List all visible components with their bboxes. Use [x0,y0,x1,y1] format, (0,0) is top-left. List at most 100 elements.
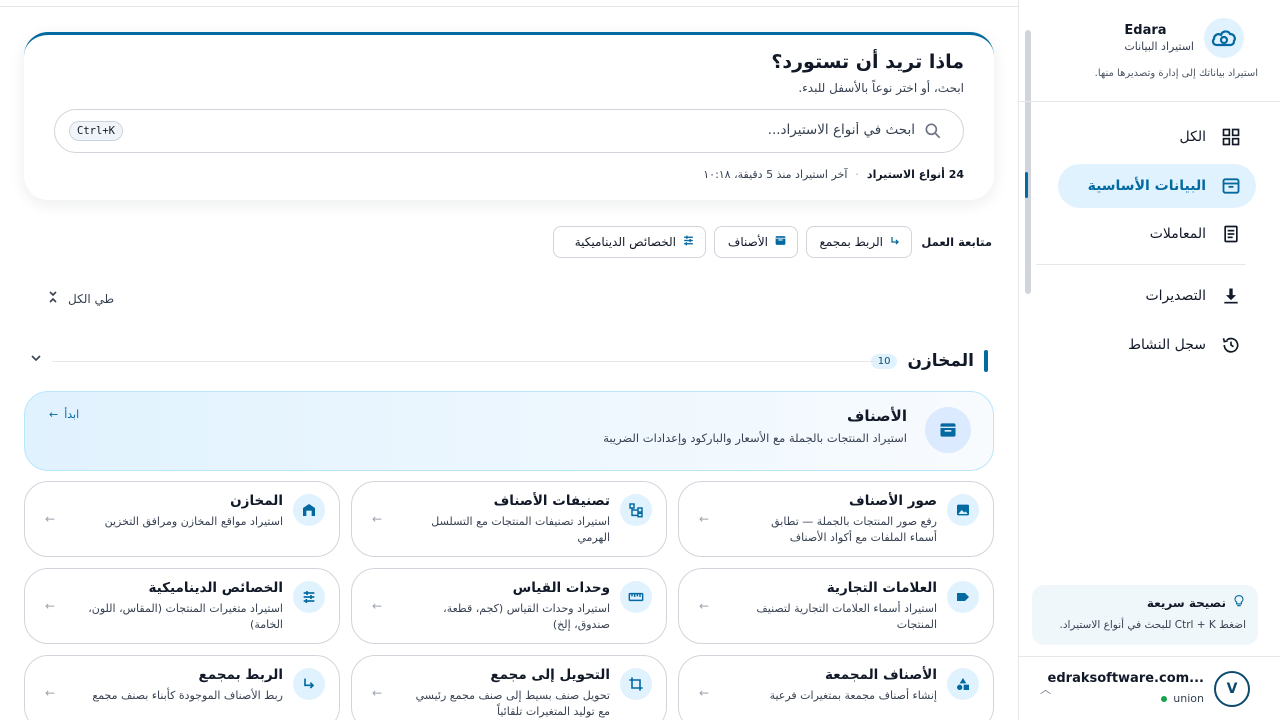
card-title: الربط بمجمع [198,667,283,683]
card-desc: ربط الأصناف الموجودة كأبناء بصنف مجمع [92,689,283,702]
tip-title: نصيحة سريعة [1146,595,1226,610]
card-dynamic-properties[interactable]: الخصائص الديناميكية استيراد متغيرات المن… [24,568,340,644]
chip-label: الأصناف [727,235,768,249]
nav-item-master-data[interactable]: البيانات الأساسية [1058,164,1256,208]
section-divider [52,361,876,362]
card-convert-to-group[interactable]: التحويل إلى مجمع تحويل صنف بسيط إلى صنف … [351,655,667,720]
brand-subtitle: استيراد البيانات [1124,40,1194,53]
card-title: تصنيفات الأصناف [493,493,610,509]
nav-item-activity-log[interactable]: سجل النشاط [1058,323,1256,367]
chip-items[interactable]: الأصناف [714,226,798,258]
user-org: union [1161,692,1204,705]
hero-meta: 24 أنواع الاستيراد · آخر استيراد منذ 5 د… [703,168,964,181]
download-icon [1220,285,1242,307]
arrow-left-icon: ← [45,512,56,526]
receipt-icon [1220,223,1242,245]
arrow-left-icon: ← [699,599,710,613]
nav-label: الكل [1179,129,1207,145]
card-title: صور الأصناف [849,493,937,509]
nav-separator [1036,264,1246,265]
hierarchy-icon [620,494,652,526]
section-toggle[interactable] [30,352,42,366]
sliders-icon [682,234,695,250]
search-box[interactable]: Ctrl+K [54,109,964,153]
card-item-images[interactable]: صور الأصناف رفع صور المنتجات بالجملة — ت… [678,481,994,557]
chip-dynamic-properties[interactable]: الخصائص الديناميكية [553,226,706,258]
search-input[interactable] [215,122,915,138]
chip-link-to-group[interactable]: الربط بمجمع [806,226,912,258]
nav-item-transactions[interactable]: المعاملات [1058,212,1256,256]
card-desc: تحويل صنف بسيط إلى صنف مجمع رئيسي مع تول… [415,689,610,718]
sidebar: Edara استيراد البيانات استيراد بياناتك إ… [1018,0,1280,720]
sidebar-scrollbar[interactable] [1025,30,1031,294]
archive-icon [925,407,971,453]
main-content: ماذا تريد أن تستورد؟ ابحث، أو اختر نوعاً… [0,0,1018,720]
card-title: وحدات القياس [512,580,610,596]
warehouse-icon [293,494,325,526]
chip-label: الخصائص الديناميكية [574,235,676,249]
sliders-icon [293,581,325,613]
grid-icon [1220,126,1242,148]
shapes-icon [947,668,979,700]
archive-icon [1220,175,1242,197]
nav-item-all[interactable]: الكل [1058,115,1256,159]
section-title: المخازن [907,351,974,371]
tip-title-row: نصيحة سريعة [1044,594,1246,611]
collapse-icon [48,290,58,307]
link-arrow-icon [889,235,901,250]
arrow-left-icon: ← [699,686,710,700]
avatar: V [1214,671,1250,707]
featured-card-items[interactable]: الأصناف استيراد المنتجات بالجملة مع الأس… [24,391,994,471]
collapse-all-button[interactable]: طي الكل [48,290,114,307]
image-icon [947,494,979,526]
archive-icon [774,234,787,250]
card-item-categories[interactable]: تصنيفات الأصناف استيراد تصنيفات المنتجات… [351,481,667,557]
user-email: edraksoftware.com... [1047,671,1204,686]
last-import: آخر استيراد منذ 5 دقيقة، ١٠:١٨ [703,168,848,181]
card-title: التحويل إلى مجمع [490,667,610,683]
cloud-logo-icon [1204,18,1244,58]
arrow-left-icon: ← [49,408,59,421]
tip-text: اضغط Ctrl + K للبحث في أنواع الاستيراد. [1059,619,1246,631]
org-name: union [1173,692,1204,705]
section-accent-bar [984,350,988,372]
card-brands[interactable]: العلامات التجارية استيراد أسماء العلامات… [678,568,994,644]
card-link-to-group[interactable]: الربط بمجمع ربط الأصناف الموجودة كأبناء … [24,655,340,720]
search-icon [923,121,943,145]
hero-subtitle: ابحث، أو اختر نوعاً بالأسفل للبدء. [798,81,964,95]
ruler-icon [620,581,652,613]
section-header[interactable]: المخازن 10 [870,350,988,372]
featured-title: الأصناف [847,407,907,425]
hero-card: ماذا تريد أن تستورد؟ ابحث، أو اختر نوعاً… [24,32,994,200]
link-arrow-icon [293,668,325,700]
arrow-left-icon: ← [372,686,383,700]
card-title: المخازن [230,493,283,509]
card-desc: إنشاء أصناف مجمعة بمتغيرات فرعية [769,689,937,702]
active-indicator [1025,172,1028,198]
meta-separator: · [855,168,859,181]
card-grouped-items[interactable]: الأصناف المجمعة إنشاء أصناف مجمعة بمتغير… [678,655,994,720]
brand-description: استيراد بياناتك إلى إدارة وتصديرها منها. [1094,68,1258,79]
card-title: العلامات التجارية [826,580,937,596]
start-label: ابدأ [64,408,80,421]
featured-desc: استيراد المنتجات بالجملة مع الأسعار والب… [603,431,907,445]
card-desc: استيراد متغيرات المنتجات (المقاس، اللون،… [88,602,283,631]
card-desc: استيراد وحدات القياس (كجم، قطعة، صندوق، … [443,602,610,631]
sidebar-divider [1018,101,1280,102]
crop-icon [620,668,652,700]
card-units[interactable]: وحدات القياس استيراد وحدات القياس (كجم، … [351,568,667,644]
chip-label: الربط بمجمع [819,235,883,249]
top-divider [0,6,1018,7]
user-panel[interactable]: V edraksoftware.com... union ︿ [1018,656,1280,720]
card-desc: استيراد مواقع المخازن ومرافق التخزين [104,515,283,528]
card-warehouses[interactable]: المخازن استيراد مواقع المخازن ومرافق الت… [24,481,340,557]
nav-label: البيانات الأساسية [1087,178,1206,194]
arrow-left-icon: ← [372,512,383,526]
card-title: الأصناف المجمعة [824,667,937,683]
nav-item-exports[interactable]: التصديرات [1058,274,1256,318]
start-link[interactable]: ابدأ ← [49,408,79,421]
card-title: الخصائص الديناميكية [148,580,283,596]
chevron-up-icon[interactable]: ︿ [1040,681,1051,697]
history-icon [1220,334,1242,356]
arrow-left-icon: ← [45,686,56,700]
